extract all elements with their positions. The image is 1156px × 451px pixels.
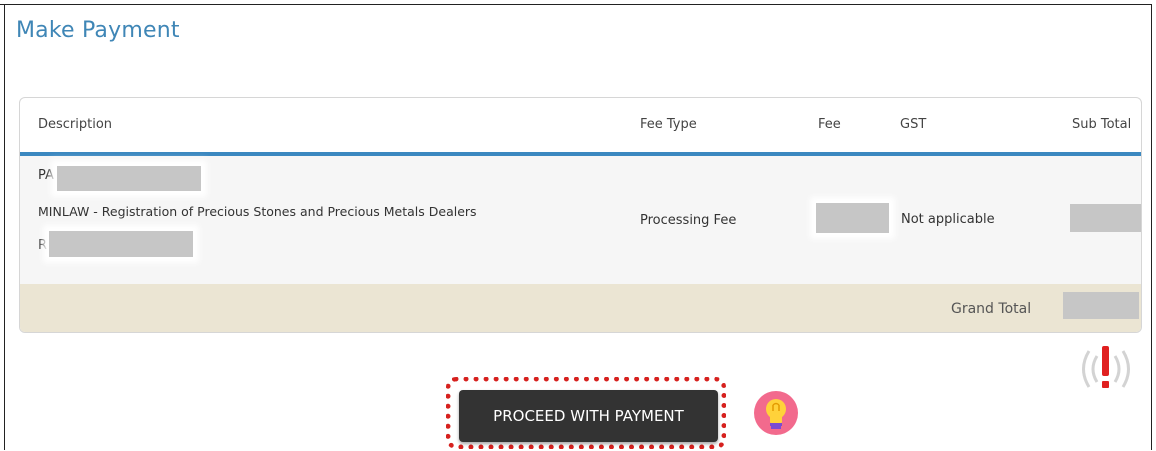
fee-type-value: Processing Fee xyxy=(640,213,737,228)
grand-total-row: Grand Total xyxy=(20,284,1141,332)
table-header: Description Fee Type Fee GST Sub Total xyxy=(20,98,1141,156)
column-header-fee-type: Fee Type xyxy=(640,117,697,132)
frame-border-top xyxy=(0,4,1152,5)
lightbulb-icon[interactable] xyxy=(754,391,798,435)
frame-border-left xyxy=(4,4,5,450)
redacted-grand-total-value xyxy=(1063,292,1139,319)
column-header-fee: Fee xyxy=(818,117,841,132)
page-title: Make Payment xyxy=(16,18,180,43)
redacted-record-ref xyxy=(49,231,193,257)
column-header-description: Description xyxy=(38,117,113,132)
redacted-fee-value xyxy=(816,203,889,233)
service-description: MINLAW - Registration of Precious Stones… xyxy=(38,204,477,219)
redacted-sub-total-value xyxy=(1070,204,1141,232)
application-ref-prefix: PA xyxy=(38,168,54,183)
frame-border-right xyxy=(1151,4,1152,450)
proceed-with-payment-button[interactable]: PROCEED WITH PAYMENT xyxy=(459,390,718,442)
alert-signal-icon xyxy=(1075,343,1137,399)
table-row: PA MINLAW - Registration of Precious Sto… xyxy=(20,156,1141,284)
proceed-highlight: PROCEED WITH PAYMENT xyxy=(446,377,726,449)
column-header-gst: GST xyxy=(900,117,927,132)
redacted-application-ref xyxy=(57,166,201,191)
column-header-sub-total: Sub Total xyxy=(1072,117,1132,132)
record-ref-prefix: R xyxy=(38,238,48,253)
gst-value: Not applicable xyxy=(901,212,995,227)
grand-total-label: Grand Total xyxy=(951,301,1032,317)
payment-table: Description Fee Type Fee GST Sub Total P… xyxy=(19,97,1142,333)
